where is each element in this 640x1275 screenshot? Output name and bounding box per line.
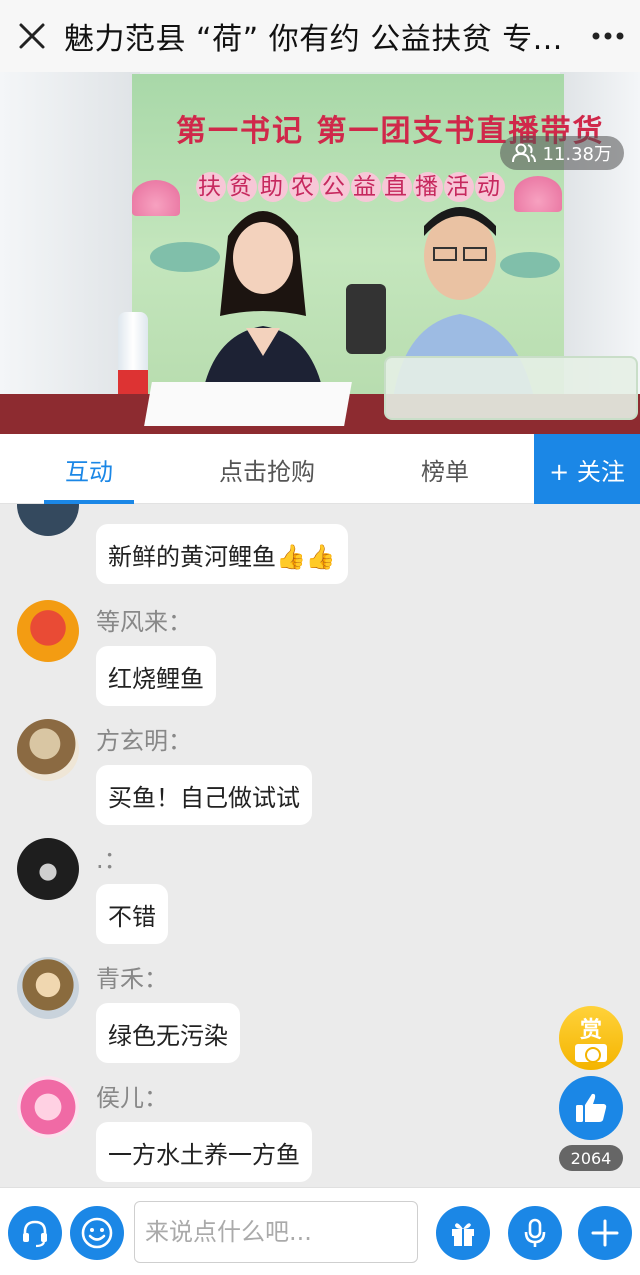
more-icon[interactable] [576, 0, 640, 72]
smile-icon [81, 1217, 113, 1249]
comment-input[interactable] [134, 1201, 418, 1263]
emoji-button[interactable] [70, 1206, 124, 1260]
viewer-count: 11.38万 [542, 144, 612, 165]
reward-button[interactable]: 赏 [559, 1006, 623, 1070]
coin-icon [575, 1044, 607, 1063]
plus-icon [591, 1219, 619, 1247]
headset-icon [23, 1220, 47, 1248]
gift-button[interactable] [436, 1206, 490, 1260]
sender-name: 侯儿： [96, 1084, 168, 1112]
voice-button[interactable] [508, 1206, 562, 1260]
microphone-icon [524, 1218, 546, 1247]
headset-button[interactable] [8, 1206, 62, 1260]
chat-message: 红烧鲤鱼 [96, 646, 216, 706]
recorder-device [346, 284, 386, 354]
close-icon[interactable] [0, 0, 64, 72]
avatar[interactable] [17, 957, 79, 1019]
chat-message: 绿色无污染 [96, 1003, 240, 1063]
like-button[interactable] [559, 1076, 623, 1140]
more-actions-button[interactable] [578, 1206, 632, 1260]
banner-char: 益 [351, 172, 381, 202]
thumbs-up-icon [576, 1093, 607, 1122]
avatar[interactable] [17, 504, 79, 536]
lotus-decoration [132, 180, 180, 216]
sender-name: .： [96, 846, 128, 874]
tab-bar: 互动 点击抢购 榜单 + 关注 [0, 434, 640, 504]
chat-message: 不错 [96, 884, 168, 944]
papers [144, 382, 352, 426]
sender-name: 方玄明： [96, 727, 192, 755]
people-icon [512, 143, 537, 163]
sender-name: 青禾： [96, 965, 168, 993]
chat-message: 新鲜的黄河鲤鱼👍👍 [96, 524, 348, 584]
bottom-bar [0, 1187, 640, 1275]
sender-name: 等风来： [96, 608, 192, 636]
tab-interact[interactable]: 互动 [0, 434, 178, 504]
chat-list[interactable]: 新鲜的黄河鲤鱼👍👍 等风来： 红烧鲤鱼 方玄明： 买鱼！自己做试试 .： 不错 … [0, 504, 640, 1187]
avatar[interactable] [17, 719, 79, 781]
chat-message: 一方水土养一方鱼 [96, 1122, 312, 1182]
live-video[interactable]: 第一书记 第一团支书直播带货 扶贫助农公益直播活动 11.38万 [0, 72, 640, 434]
product-box [384, 356, 638, 420]
title-bar: 魅力范县 “荷” 你有约 公益扶贫 专... [0, 0, 640, 72]
reward-label: 赏 [579, 1018, 602, 1043]
viewer-count-badge: 11.38万 [500, 136, 624, 170]
gift-icon [452, 1223, 474, 1246]
tab-ranking[interactable]: 榜单 [356, 434, 534, 504]
avatar[interactable] [17, 600, 79, 662]
avatar[interactable] [17, 838, 79, 900]
page-title: 魅力范县 “荷” 你有约 公益扶贫 专... [64, 22, 563, 57]
avatar[interactable] [17, 1076, 79, 1138]
chat-message: 买鱼！自己做试试 [96, 765, 312, 825]
bottle-label [118, 370, 148, 394]
like-count: 2064 [559, 1145, 623, 1171]
follow-button[interactable]: + 关注 [534, 434, 640, 504]
tab-buy[interactable]: 点击抢购 [178, 434, 356, 504]
